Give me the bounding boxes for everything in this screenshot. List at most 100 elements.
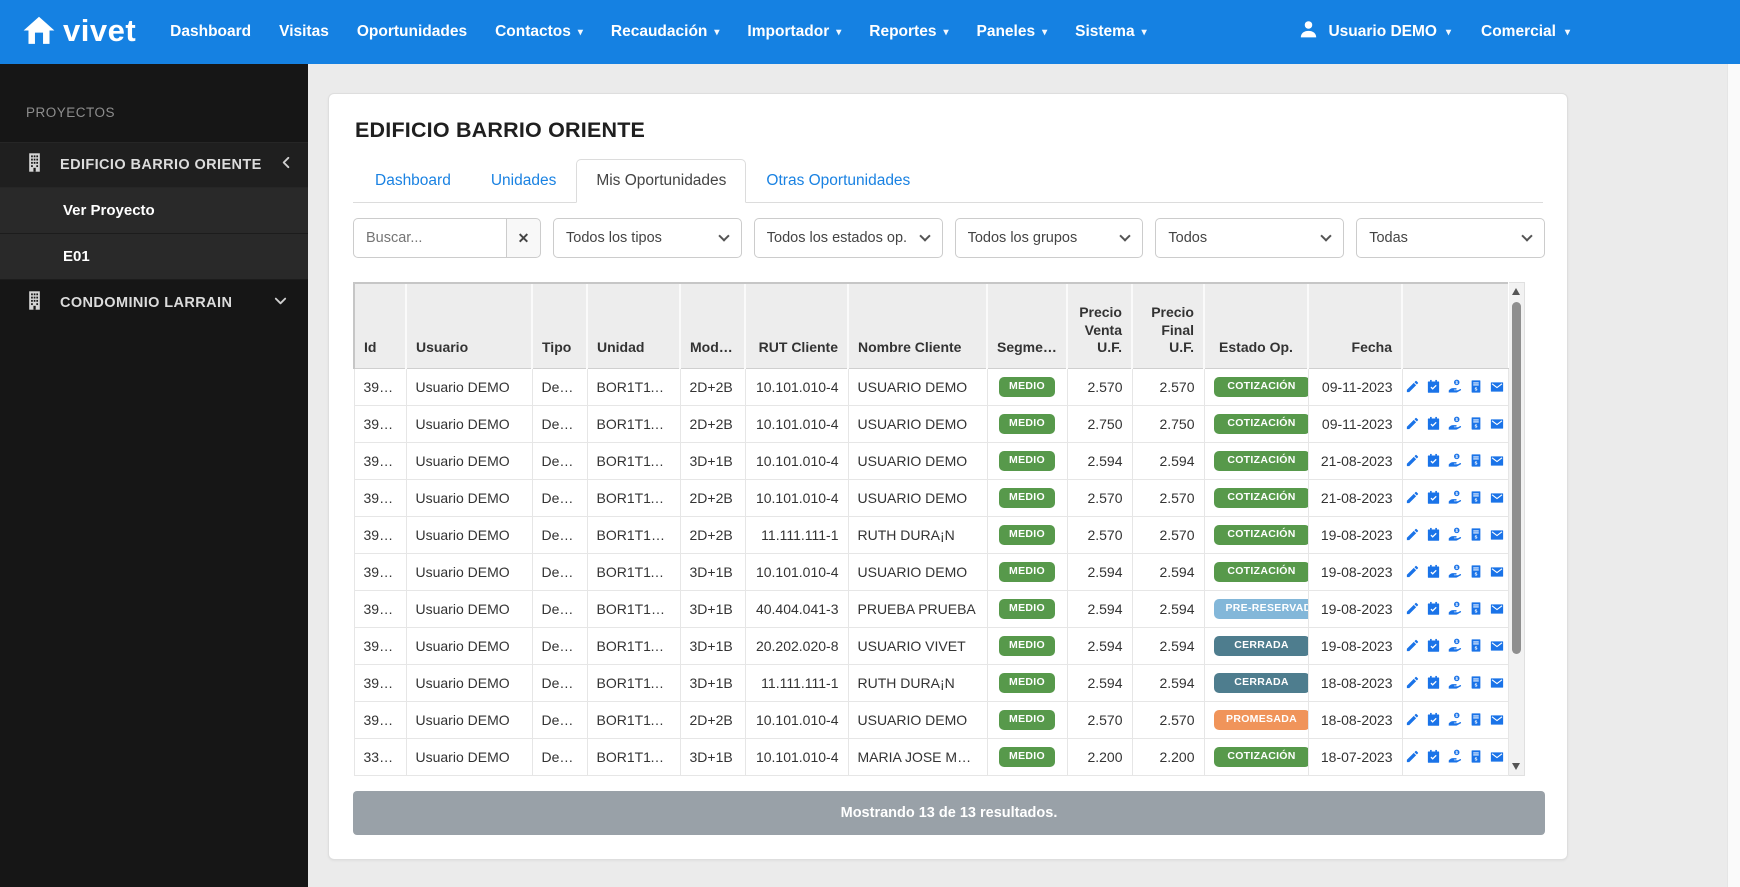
nav-item-visitas[interactable]: Visitas — [279, 23, 329, 41]
hand-dollar-icon[interactable]: $ — [1447, 601, 1463, 616]
invoice-icon[interactable]: $ — [1469, 453, 1483, 468]
nav-item-contactos[interactable]: Contactos ▾ — [495, 23, 583, 41]
edit-icon[interactable] — [1405, 527, 1420, 542]
edit-icon[interactable] — [1405, 601, 1420, 616]
invoice-icon[interactable]: $ — [1469, 601, 1483, 616]
invoice-icon[interactable]: $ — [1469, 638, 1483, 653]
edit-icon[interactable] — [1405, 379, 1420, 394]
calendar-check-icon[interactable] — [1426, 379, 1441, 394]
nav-item-recaudacion[interactable]: Recaudación ▾ — [611, 23, 720, 41]
column-header-tipo[interactable]: Tipo — [531, 282, 587, 369]
scroll-up-icon[interactable] — [1512, 288, 1520, 295]
column-header-precio-final-u-f[interactable]: Precio Final U.F. — [1131, 282, 1204, 369]
envelope-icon[interactable] — [1489, 491, 1505, 505]
edit-icon[interactable] — [1405, 749, 1420, 764]
hand-dollar-icon[interactable]: $ — [1447, 527, 1463, 542]
hand-dollar-icon[interactable]: $ — [1447, 638, 1463, 653]
envelope-icon[interactable] — [1489, 602, 1505, 616]
mode-menu[interactable]: Comercial ▾ — [1481, 23, 1570, 41]
column-header-usuario[interactable]: Usuario — [405, 282, 532, 369]
calendar-check-icon[interactable] — [1426, 749, 1441, 764]
invoice-icon[interactable]: $ — [1469, 490, 1483, 505]
nav-item-dashboard[interactable]: Dashboard — [170, 23, 251, 41]
edit-icon[interactable] — [1405, 712, 1420, 727]
envelope-icon[interactable] — [1489, 454, 1505, 468]
nav-item-sistema[interactable]: Sistema ▾ — [1075, 23, 1146, 41]
filter-select-todos-los-estados-op[interactable]: Todos los estados op. — [753, 218, 943, 258]
calendar-check-icon[interactable] — [1426, 527, 1441, 542]
calendar-check-icon[interactable] — [1426, 453, 1441, 468]
column-header-precio-venta-u-f[interactable]: Precio Venta U.F. — [1066, 282, 1132, 369]
envelope-icon[interactable] — [1489, 639, 1505, 653]
filter-select-todos-los-grupos[interactable]: Todos los grupos — [954, 218, 1144, 258]
sidebar-project-condominio-larrain[interactable]: CONDOMINIO LARRAIN — [0, 280, 308, 326]
invoice-icon[interactable]: $ — [1469, 749, 1483, 764]
nav-item-importador[interactable]: Importador ▾ — [747, 23, 841, 41]
column-header-id[interactable]: Id — [353, 282, 406, 369]
calendar-check-icon[interactable] — [1426, 490, 1441, 505]
envelope-icon[interactable] — [1489, 713, 1505, 727]
envelope-icon[interactable] — [1489, 380, 1505, 394]
tab-otras-oportunidades[interactable]: Otras Oportunidades — [746, 159, 930, 203]
hand-dollar-icon[interactable]: $ — [1447, 675, 1463, 690]
edit-icon[interactable] — [1405, 490, 1420, 505]
search-clear-button[interactable]: ✕ — [506, 218, 541, 258]
page-scrollbar[interactable] — [1727, 64, 1740, 887]
envelope-icon[interactable] — [1489, 417, 1505, 431]
tab-unidades[interactable]: Unidades — [471, 159, 577, 203]
sidebar-item-ver-proyecto[interactable]: Ver Proyecto — [0, 188, 308, 234]
invoice-icon[interactable]: $ — [1469, 379, 1483, 394]
hand-dollar-icon[interactable]: $ — [1447, 453, 1463, 468]
envelope-icon[interactable] — [1489, 676, 1505, 690]
calendar-check-icon[interactable] — [1426, 638, 1441, 653]
invoice-icon[interactable]: $ — [1469, 564, 1483, 579]
scroll-down-icon[interactable] — [1512, 762, 1520, 770]
hand-dollar-icon[interactable]: $ — [1447, 712, 1463, 727]
tab-dashboard[interactable]: Dashboard — [355, 159, 471, 203]
column-header-actions[interactable] — [1401, 282, 1508, 369]
calendar-check-icon[interactable] — [1426, 564, 1441, 579]
hand-dollar-icon[interactable]: $ — [1447, 490, 1463, 505]
calendar-check-icon[interactable] — [1426, 712, 1441, 727]
edit-icon[interactable] — [1405, 675, 1420, 690]
tab-mis-oportunidades[interactable]: Mis Oportunidades — [576, 159, 747, 203]
sidebar-project-edificio-barrio-oriente[interactable]: EDIFICIO BARRIO ORIENTE — [0, 142, 308, 188]
calendar-check-icon[interactable] — [1426, 416, 1441, 431]
brand-logo[interactable]: vivet — [22, 15, 136, 50]
hand-dollar-icon[interactable]: $ — [1447, 564, 1463, 579]
hand-dollar-icon[interactable]: $ — [1447, 749, 1463, 764]
column-header-unidad[interactable]: Unidad — [586, 282, 680, 369]
invoice-icon[interactable]: $ — [1469, 675, 1483, 690]
envelope-icon[interactable] — [1489, 528, 1505, 542]
sidebar-item-e01[interactable]: E01 — [0, 234, 308, 280]
column-header-rut-cliente[interactable]: RUT Cliente — [744, 282, 848, 369]
nav-item-paneles[interactable]: Paneles ▾ — [976, 23, 1047, 41]
calendar-check-icon[interactable] — [1426, 601, 1441, 616]
filter-select-todas[interactable]: Todas — [1356, 218, 1545, 258]
invoice-icon[interactable]: $ — [1469, 712, 1483, 727]
hand-dollar-icon[interactable]: $ — [1447, 379, 1463, 394]
edit-icon[interactable] — [1405, 453, 1420, 468]
invoice-icon[interactable]: $ — [1469, 527, 1483, 542]
edit-icon[interactable] — [1405, 638, 1420, 653]
search-input[interactable] — [353, 218, 506, 258]
column-header-nombre-cliente[interactable]: Nombre Cliente — [847, 282, 987, 369]
column-header-segmento[interactable]: Segmento — [986, 282, 1067, 369]
column-header-estado-op[interactable]: Estado Op. — [1203, 282, 1308, 369]
envelope-icon[interactable] — [1489, 565, 1505, 579]
column-header-fecha[interactable]: Fecha — [1307, 282, 1402, 369]
nav-item-reportes[interactable]: Reportes ▾ — [869, 23, 948, 41]
table-scrollbar[interactable] — [1508, 282, 1525, 776]
calendar-check-icon[interactable] — [1426, 675, 1441, 690]
invoice-icon[interactable]: $ — [1469, 416, 1483, 431]
envelope-icon[interactable] — [1489, 750, 1505, 764]
edit-icon[interactable] — [1405, 564, 1420, 579]
nav-item-oportunidades[interactable]: Oportunidades — [357, 23, 467, 41]
hand-dollar-icon[interactable]: $ — [1447, 416, 1463, 431]
edit-icon[interactable] — [1405, 416, 1420, 431]
column-header-modelo[interactable]: Modelo — [679, 282, 745, 369]
user-menu[interactable]: Usuario DEMO ▾ — [1298, 19, 1451, 45]
filter-select-todos[interactable]: Todos — [1155, 218, 1345, 258]
filter-select-todos-los-tipos[interactable]: Todos los tipos — [553, 218, 742, 258]
scrollbar-thumb[interactable] — [1511, 302, 1521, 654]
